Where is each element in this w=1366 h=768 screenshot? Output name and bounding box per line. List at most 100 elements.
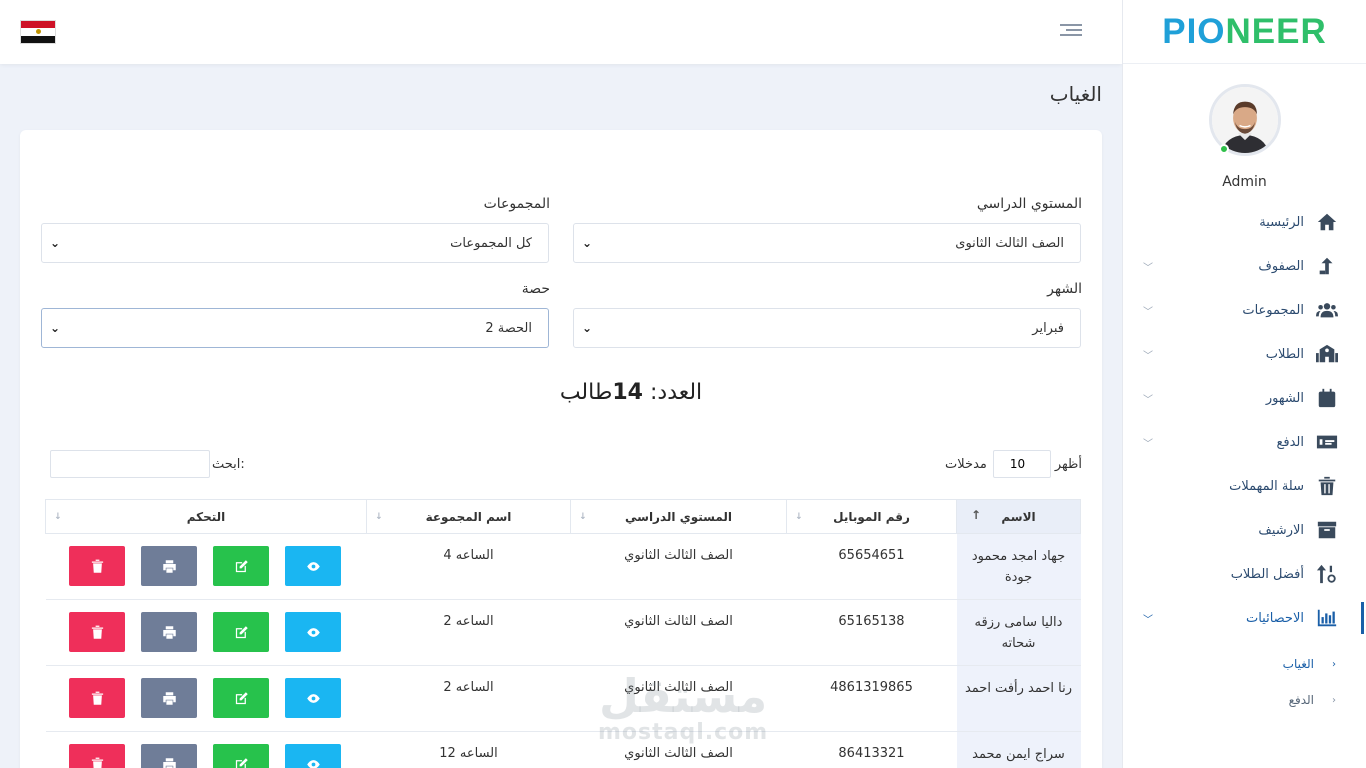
calendar-icon [1314, 387, 1340, 409]
eye-icon [306, 759, 320, 768]
page-length-input[interactable] [992, 450, 1051, 478]
search-input[interactable] [50, 450, 210, 478]
menu-toggle-icon[interactable] [1060, 24, 1082, 40]
chevron-down-icon: ⌄ [50, 236, 61, 250]
chevron-left-icon: › [1332, 658, 1336, 670]
cell-level: الصف الثالث الثانوي [570, 665, 787, 732]
cell-phone: 86413321 [786, 731, 957, 768]
cell-actions [45, 599, 367, 666]
view-button[interactable] [285, 744, 341, 768]
trash-icon [1314, 475, 1340, 497]
table-row: داليا سامى رزقه شحاته 65165138 الصف الثا… [45, 599, 1081, 666]
printer-icon [162, 625, 176, 639]
cell-group: الساعه 2 [366, 665, 571, 732]
page-length-control: أظهر مدخلات [945, 450, 1082, 478]
profile-name: Admin [1222, 174, 1267, 190]
print-button[interactable] [141, 678, 197, 718]
sidebar-item-classes[interactable]: الصفوف ﹀ [1123, 244, 1366, 288]
table-row: سراج ايمن محمد 86413321 الصف الثالث الثا… [45, 731, 1081, 768]
sidebar: PIO NEER Admin الرئيسية الصفوف ﹀ المجموع… [1122, 0, 1366, 768]
sort-icon: ↓ [795, 512, 803, 522]
sidebar-item-payment[interactable]: الدفع ﹀ [1123, 420, 1366, 464]
sidebar-item-top-students[interactable]: أفضل الطلاب [1123, 552, 1366, 596]
sidebar-item-trash[interactable]: سلة المهملات [1123, 464, 1366, 508]
chevron-down-icon: ⌄ [582, 321, 593, 335]
chart-icon [1314, 607, 1340, 629]
cell-name: سراج ايمن محمد [956, 731, 1081, 768]
column-header-group[interactable]: اسم المجموعة ↓ [366, 499, 571, 534]
student-count: العدد: 14طالب [559, 380, 703, 405]
view-button[interactable] [285, 612, 341, 652]
edit-button[interactable] [213, 546, 269, 586]
cell-group: الساعه 12 [366, 731, 571, 768]
cell-phone: 65165138 [786, 599, 957, 666]
school-icon [1314, 343, 1340, 365]
chevron-down-icon: ⌄ [582, 236, 593, 250]
print-button[interactable] [141, 612, 197, 652]
delete-button[interactable] [69, 678, 125, 718]
chevron-left-icon: › [1332, 694, 1336, 706]
eye-icon [306, 627, 320, 637]
table-search: ابحث: [50, 450, 245, 478]
chevron-down-icon: ﹀ [1143, 262, 1153, 274]
edit-button[interactable] [213, 678, 269, 718]
cell-phone: 65654651 [786, 533, 957, 600]
column-header-phone[interactable]: رقم الموبايل ↓ [786, 499, 957, 534]
sidebar-item-statistics[interactable]: الاحصائيات ﹀ [1123, 596, 1366, 640]
sort-icon: ↓ [54, 512, 62, 522]
sidebar-item-archive[interactable]: الارشيف [1123, 508, 1366, 552]
view-button[interactable] [285, 546, 341, 586]
sort-icon [1314, 563, 1340, 585]
trash-icon [91, 625, 103, 639]
brand-logo[interactable]: PIO NEER [1123, 0, 1366, 64]
archive-icon [1314, 519, 1340, 541]
egypt-flag-icon[interactable] [20, 20, 56, 44]
submenu-item-payment[interactable]: › الدفع [1123, 682, 1366, 718]
delete-button[interactable] [69, 546, 125, 586]
edit-icon [235, 625, 248, 638]
column-header-level[interactable]: المستوي الدراسي ↓ [570, 499, 787, 534]
users-icon [1314, 299, 1340, 321]
printer-icon [162, 559, 176, 573]
sidebar-item-months[interactable]: الشهور ﹀ [1123, 376, 1366, 420]
statistics-submenu: › الغياب › الدفع [1123, 640, 1366, 724]
trash-icon [91, 691, 103, 705]
sort-icon: ↓ [375, 512, 383, 522]
edit-icon [235, 691, 248, 704]
sidebar-item-home[interactable]: الرئيسية [1123, 200, 1366, 244]
chevron-down-icon: ﹀ [1143, 614, 1153, 626]
chevron-down-icon: ⌄ [50, 321, 61, 335]
sidebar-menu: الرئيسية الصفوف ﹀ المجموعات ﹀ الطلاب ﹀ ا… [1123, 200, 1366, 640]
print-button[interactable] [141, 546, 197, 586]
cell-group: الساعه 4 [366, 533, 571, 600]
main-card: المستوي الدراسي ⌄ الصف الثالث الثانوى ال… [20, 130, 1102, 768]
home-icon [1314, 211, 1340, 233]
cell-group: الساعه 2 [366, 599, 571, 666]
cell-name: داليا سامى رزقه شحاته [956, 599, 1081, 666]
cell-level: الصف الثالث الثانوي [570, 731, 787, 768]
session-label: حصة [521, 281, 550, 297]
view-button[interactable] [285, 678, 341, 718]
month-label: الشهر [1047, 281, 1082, 297]
chevron-down-icon: ﹀ [1143, 350, 1153, 362]
sort-icon: ↓ [579, 512, 587, 522]
money-icon [1314, 431, 1340, 453]
print-button[interactable] [141, 744, 197, 768]
groups-select[interactable]: ⌄ كل المجموعات [41, 223, 549, 263]
eye-icon [306, 561, 320, 571]
edit-icon [235, 559, 248, 572]
sidebar-item-students[interactable]: الطلاب ﹀ [1123, 332, 1366, 376]
page-title: الغياب [1049, 82, 1102, 106]
edit-button[interactable] [213, 612, 269, 652]
delete-button[interactable] [69, 612, 125, 652]
submenu-item-absence[interactable]: › الغياب [1123, 646, 1366, 682]
month-select[interactable]: ⌄ فبراير [573, 308, 1081, 348]
column-header-name[interactable]: الاسم ↑ [956, 499, 1081, 534]
session-select[interactable]: ⌄ الحصة 2 [41, 308, 549, 348]
edit-button[interactable] [213, 744, 269, 768]
sidebar-item-groups[interactable]: المجموعات ﹀ [1123, 288, 1366, 332]
column-header-actions[interactable]: التحكم ↓ [45, 499, 367, 534]
edit-icon [235, 757, 248, 768]
delete-button[interactable] [69, 744, 125, 768]
level-select[interactable]: ⌄ الصف الثالث الثانوى [573, 223, 1081, 263]
